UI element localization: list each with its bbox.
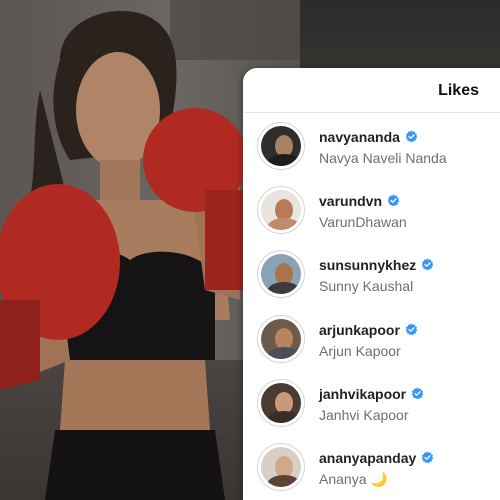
full-name: Navya Naveli Nanda xyxy=(319,150,447,166)
like-row-arjunkapoor[interactable]: arjunkapoor Arjun Kapoor xyxy=(257,311,497,367)
avatar[interactable] xyxy=(257,122,305,170)
full-name: Arjun Kapoor xyxy=(319,343,401,359)
verified-badge-icon xyxy=(422,258,434,271)
like-row-navyananda[interactable]: navyananda Navya Naveli Nanda xyxy=(257,118,497,174)
avatar[interactable] xyxy=(257,379,305,427)
full-name: VarunDhawan xyxy=(319,214,407,230)
likes-panel: Likes navyananda Navya Naveli Nanda varu… xyxy=(243,68,500,500)
username[interactable]: janhvikapoor xyxy=(319,386,406,402)
full-name: Ananya 🌙 xyxy=(319,471,388,487)
like-row-sunsunnykhez[interactable]: sunsunnykhez Sunny Kaushal xyxy=(257,246,497,302)
username[interactable]: arjunkapoor xyxy=(319,322,400,338)
verified-badge-icon xyxy=(387,194,400,207)
verified-badge-icon xyxy=(422,451,434,464)
username[interactable]: ananyapanday xyxy=(319,450,416,466)
full-name: Sunny Kaushal xyxy=(319,278,414,294)
avatar[interactable] xyxy=(257,315,305,363)
like-row-varundvn[interactable]: varundvn VarunDhawan xyxy=(257,182,497,238)
likes-header: Likes xyxy=(243,68,500,113)
verified-badge-icon xyxy=(405,130,418,143)
username[interactable]: varundvn xyxy=(319,193,382,209)
like-row-ananyapanday[interactable]: ananyapanday Ananya 🌙 xyxy=(257,439,497,495)
verified-badge-icon xyxy=(411,387,424,400)
like-row-janhvikapoor[interactable]: janhvikapoor Janhvi Kapoor xyxy=(257,375,497,431)
avatar[interactable] xyxy=(257,186,305,234)
likes-title: Likes xyxy=(438,82,479,99)
avatar[interactable] xyxy=(257,250,305,298)
avatar[interactable] xyxy=(257,443,305,491)
username[interactable]: navyananda xyxy=(319,129,400,145)
username[interactable]: sunsunnykhez xyxy=(319,257,416,273)
full-name: Janhvi Kapoor xyxy=(319,407,409,423)
verified-badge-icon xyxy=(405,323,418,336)
